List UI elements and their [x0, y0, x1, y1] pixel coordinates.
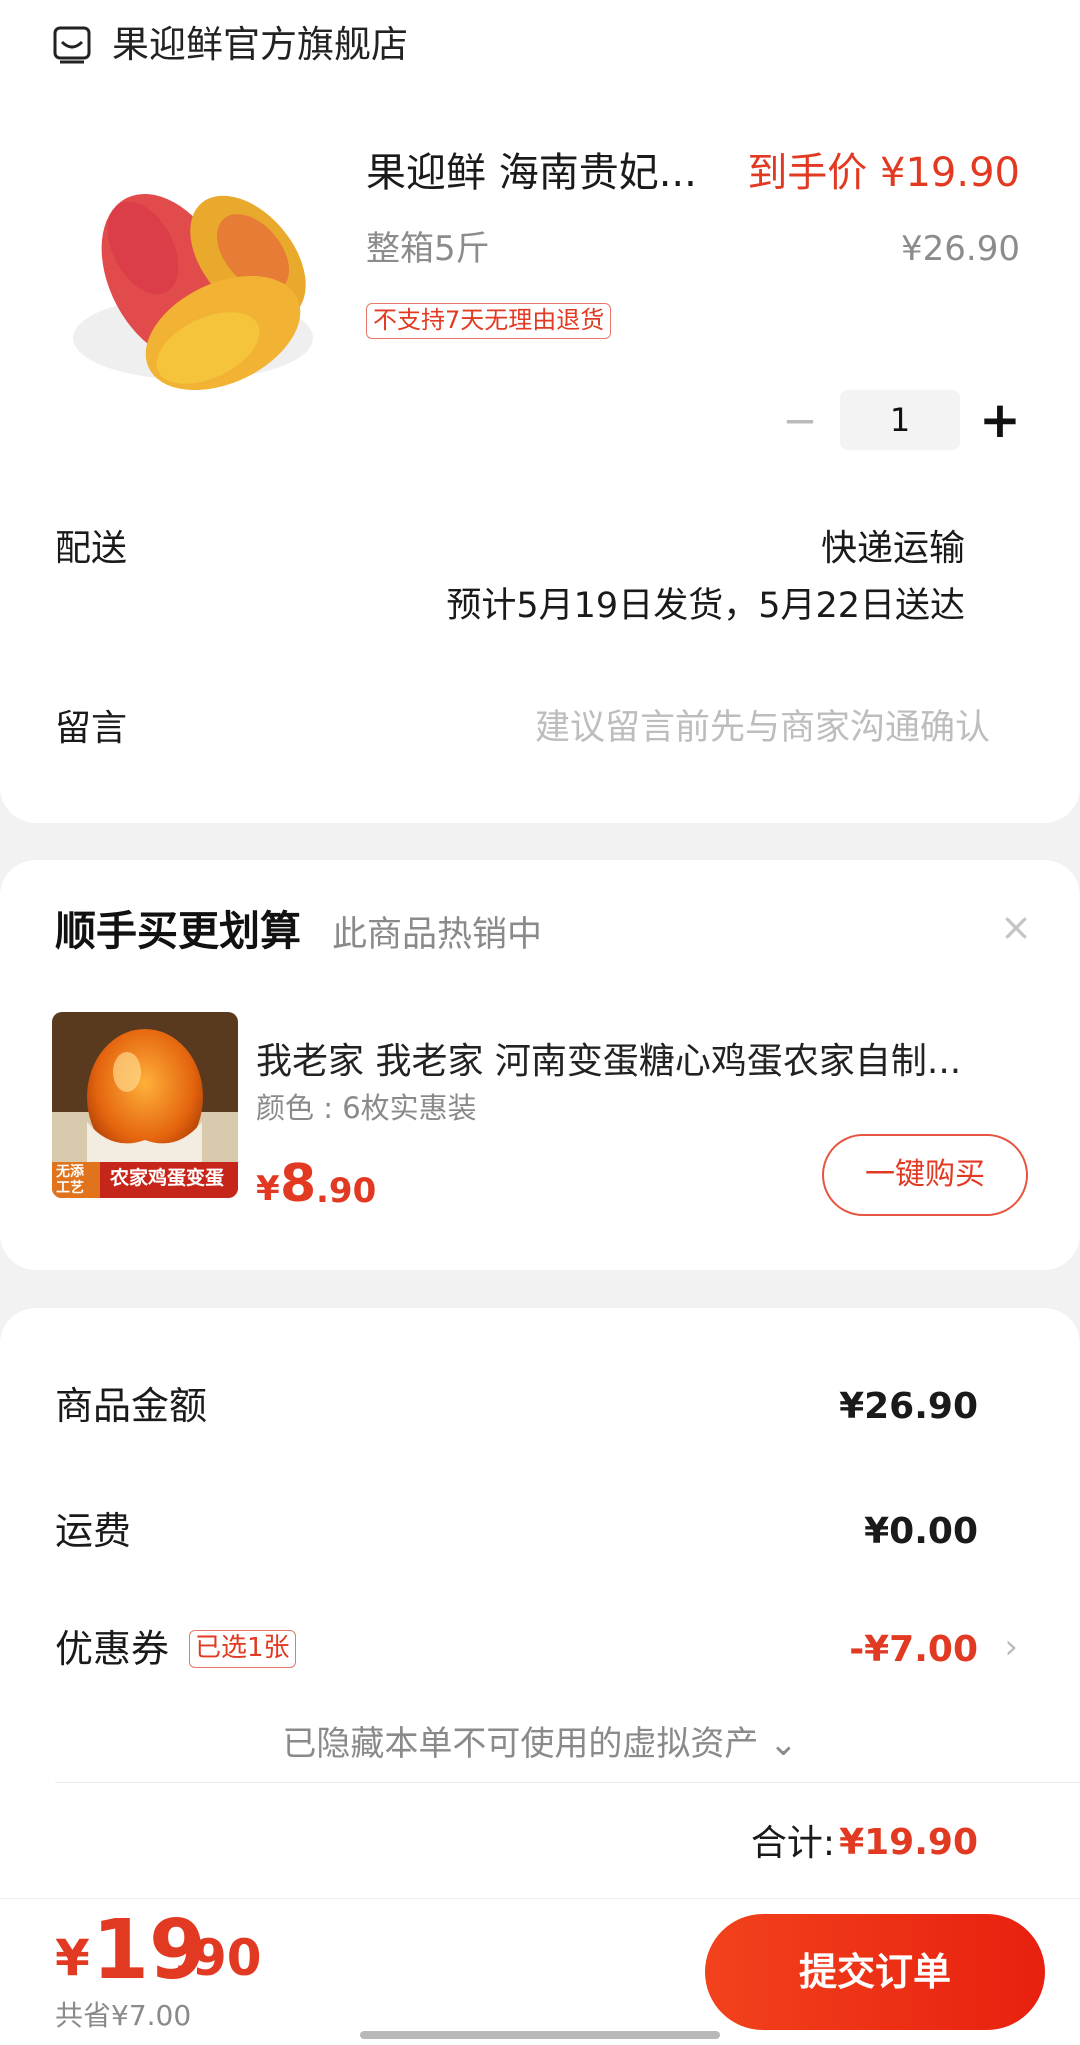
- quantity-minus-button[interactable]: −: [780, 396, 820, 446]
- checkout-price-decimal: .90: [173, 1929, 262, 1987]
- store-icon: [52, 24, 92, 64]
- product-spec: 整箱5斤: [366, 229, 490, 269]
- home-indicator[interactable]: [360, 2031, 720, 2039]
- final-price: 到手价 ¥19.90: [747, 150, 1020, 196]
- summary-divider: [55, 1782, 1080, 1783]
- upsell-price-decimal: .90: [316, 1171, 377, 1211]
- coupon-label[interactable]: 优惠券: [55, 1627, 169, 1672]
- upsell-price-integer: 8: [280, 1154, 317, 1214]
- message-label: 留言: [55, 708, 128, 749]
- upsell-subtitle: 此商品热销中: [332, 915, 543, 955]
- message-input[interactable]: [430, 700, 990, 756]
- checkout-price-symbol: ¥: [55, 1929, 90, 1987]
- goods-amount-value: ¥26.90: [839, 1386, 978, 1427]
- upsell-price-symbol: ¥: [256, 1169, 280, 1209]
- submit-order-button[interactable]: 提交订单: [705, 1914, 1045, 2030]
- total-value: ¥19.90: [839, 1822, 978, 1863]
- original-price: ¥26.90: [901, 229, 1020, 269]
- product-image[interactable]: [48, 128, 338, 418]
- coupon-selected-badge: 已选1张: [189, 1630, 296, 1668]
- store-name[interactable]: 果迎鲜官方旗舰店: [112, 23, 408, 67]
- upsell-image-caption: 农家鸡蛋变蛋: [110, 1167, 225, 1189]
- quantity-plus-button[interactable]: +: [978, 392, 1022, 448]
- delivery-method[interactable]: 快递运输: [821, 528, 965, 569]
- upsell-variant: 颜色 : 6枚实惠装: [256, 1091, 477, 1125]
- shipping-fee-value: ¥0.00: [864, 1511, 978, 1552]
- upsell-image-badge: 无添 工艺: [56, 1164, 84, 1196]
- quantity-value[interactable]: 1: [840, 390, 960, 450]
- hidden-assets-toggle[interactable]: 已隐藏本单不可使用的虚拟资产 ⌄: [0, 1724, 1080, 1764]
- saved-amount: 共省¥7.00: [55, 1999, 192, 2032]
- upsell-product-image[interactable]: 农家鸡蛋变蛋 无添 工艺: [52, 1012, 238, 1198]
- coupon-discount-value[interactable]: -¥7.00: [849, 1629, 978, 1670]
- one-click-buy-button[interactable]: 一键购买: [822, 1134, 1028, 1216]
- chevron-right-icon[interactable]: ›: [1004, 1627, 1018, 1667]
- close-icon[interactable]: ×: [1000, 905, 1032, 950]
- upsell-product-name[interactable]: 我老家 我老家 河南变蛋糖心鸡蛋农家自制...: [256, 1041, 961, 1082]
- total-label: 合计:: [750, 1823, 835, 1864]
- goods-amount-label: 商品金额: [55, 1384, 208, 1428]
- shipping-fee-label: 运费: [55, 1509, 132, 1553]
- product-title[interactable]: 果迎鲜 海南贵妃...: [366, 150, 697, 196]
- return-policy-badge: 不支持7天无理由退货: [366, 303, 612, 339]
- delivery-label: 配送: [55, 528, 128, 569]
- upsell-title: 顺手买更划算: [55, 907, 301, 955]
- delivery-eta: 预计5月19日发货，5月22日送达: [446, 586, 965, 626]
